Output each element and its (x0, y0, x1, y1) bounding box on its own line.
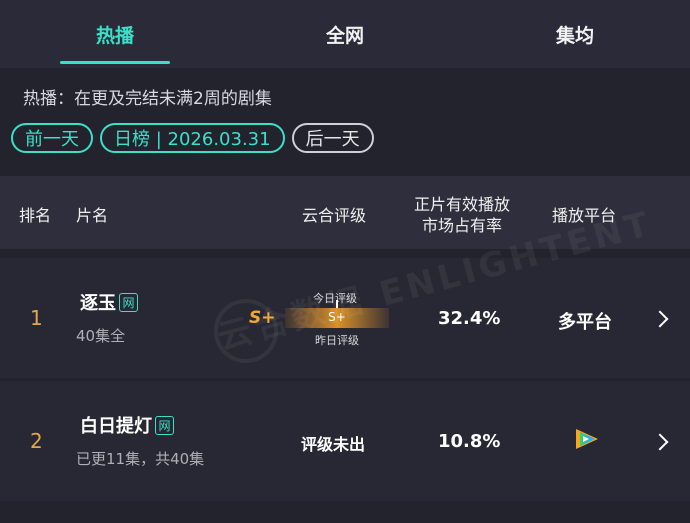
tab-all-network[interactable]: 全网 (230, 0, 460, 68)
tab-all-network-label: 全网 (325, 24, 364, 47)
tab-hot[interactable]: 热播 (0, 0, 230, 68)
tencent-video-icon (573, 427, 601, 455)
drama-title[interactable]: 白日提灯 网 (80, 412, 174, 438)
date-navigation: 前一天 日榜 | 2026.03.31 后一天 (11, 123, 374, 153)
network-badge: 网 (119, 292, 138, 312)
market-share: 10.8% (438, 431, 501, 452)
yesterday-rating-label: 昨日评级 (315, 334, 359, 347)
column-header-title: 片名 (76, 206, 109, 225)
tab-hot-label: 热播 (95, 24, 134, 47)
market-share: 32.4% (438, 308, 501, 329)
tab-episode-average-label: 集均 (555, 24, 594, 47)
tab-bar: 热播 全网 集均 (0, 0, 690, 68)
episode-count: 40集全 (76, 327, 126, 345)
episode-count: 已更11集，共40集 (76, 450, 205, 468)
date-selector[interactable]: 日榜 | 2026.03.31 (100, 123, 285, 153)
chevron-right-icon[interactable] (651, 433, 669, 451)
chevron-right-icon[interactable] (651, 310, 669, 328)
drama-title-text: 逐玉 (80, 293, 116, 314)
table-row[interactable]: 2 白日提灯 网 已更11集，共40集 评级未出 10.8% (0, 381, 690, 501)
drama-title-text: 白日提灯 (80, 416, 152, 437)
list-description: 热播：在更及完结未满2周的剧集 (23, 89, 272, 109)
previous-day-button[interactable]: 前一天 (11, 123, 93, 153)
column-header-rating: 云合评级 (302, 206, 367, 225)
rank-number: 2 (30, 429, 43, 453)
rating-status: 评级未出 (301, 435, 366, 454)
tab-active-underline (60, 61, 170, 64)
column-header-rank: 排名 (19, 206, 52, 225)
column-header-share-line2: 市场占有率 (422, 216, 503, 235)
network-badge: 网 (155, 415, 174, 435)
platform-name: 多平台 (558, 312, 612, 333)
drama-title[interactable]: 逐玉 网 (80, 289, 138, 315)
rank-number: 1 (30, 306, 43, 330)
tab-episode-average[interactable]: 集均 (460, 0, 690, 68)
next-day-button[interactable]: 后一天 (291, 123, 374, 153)
